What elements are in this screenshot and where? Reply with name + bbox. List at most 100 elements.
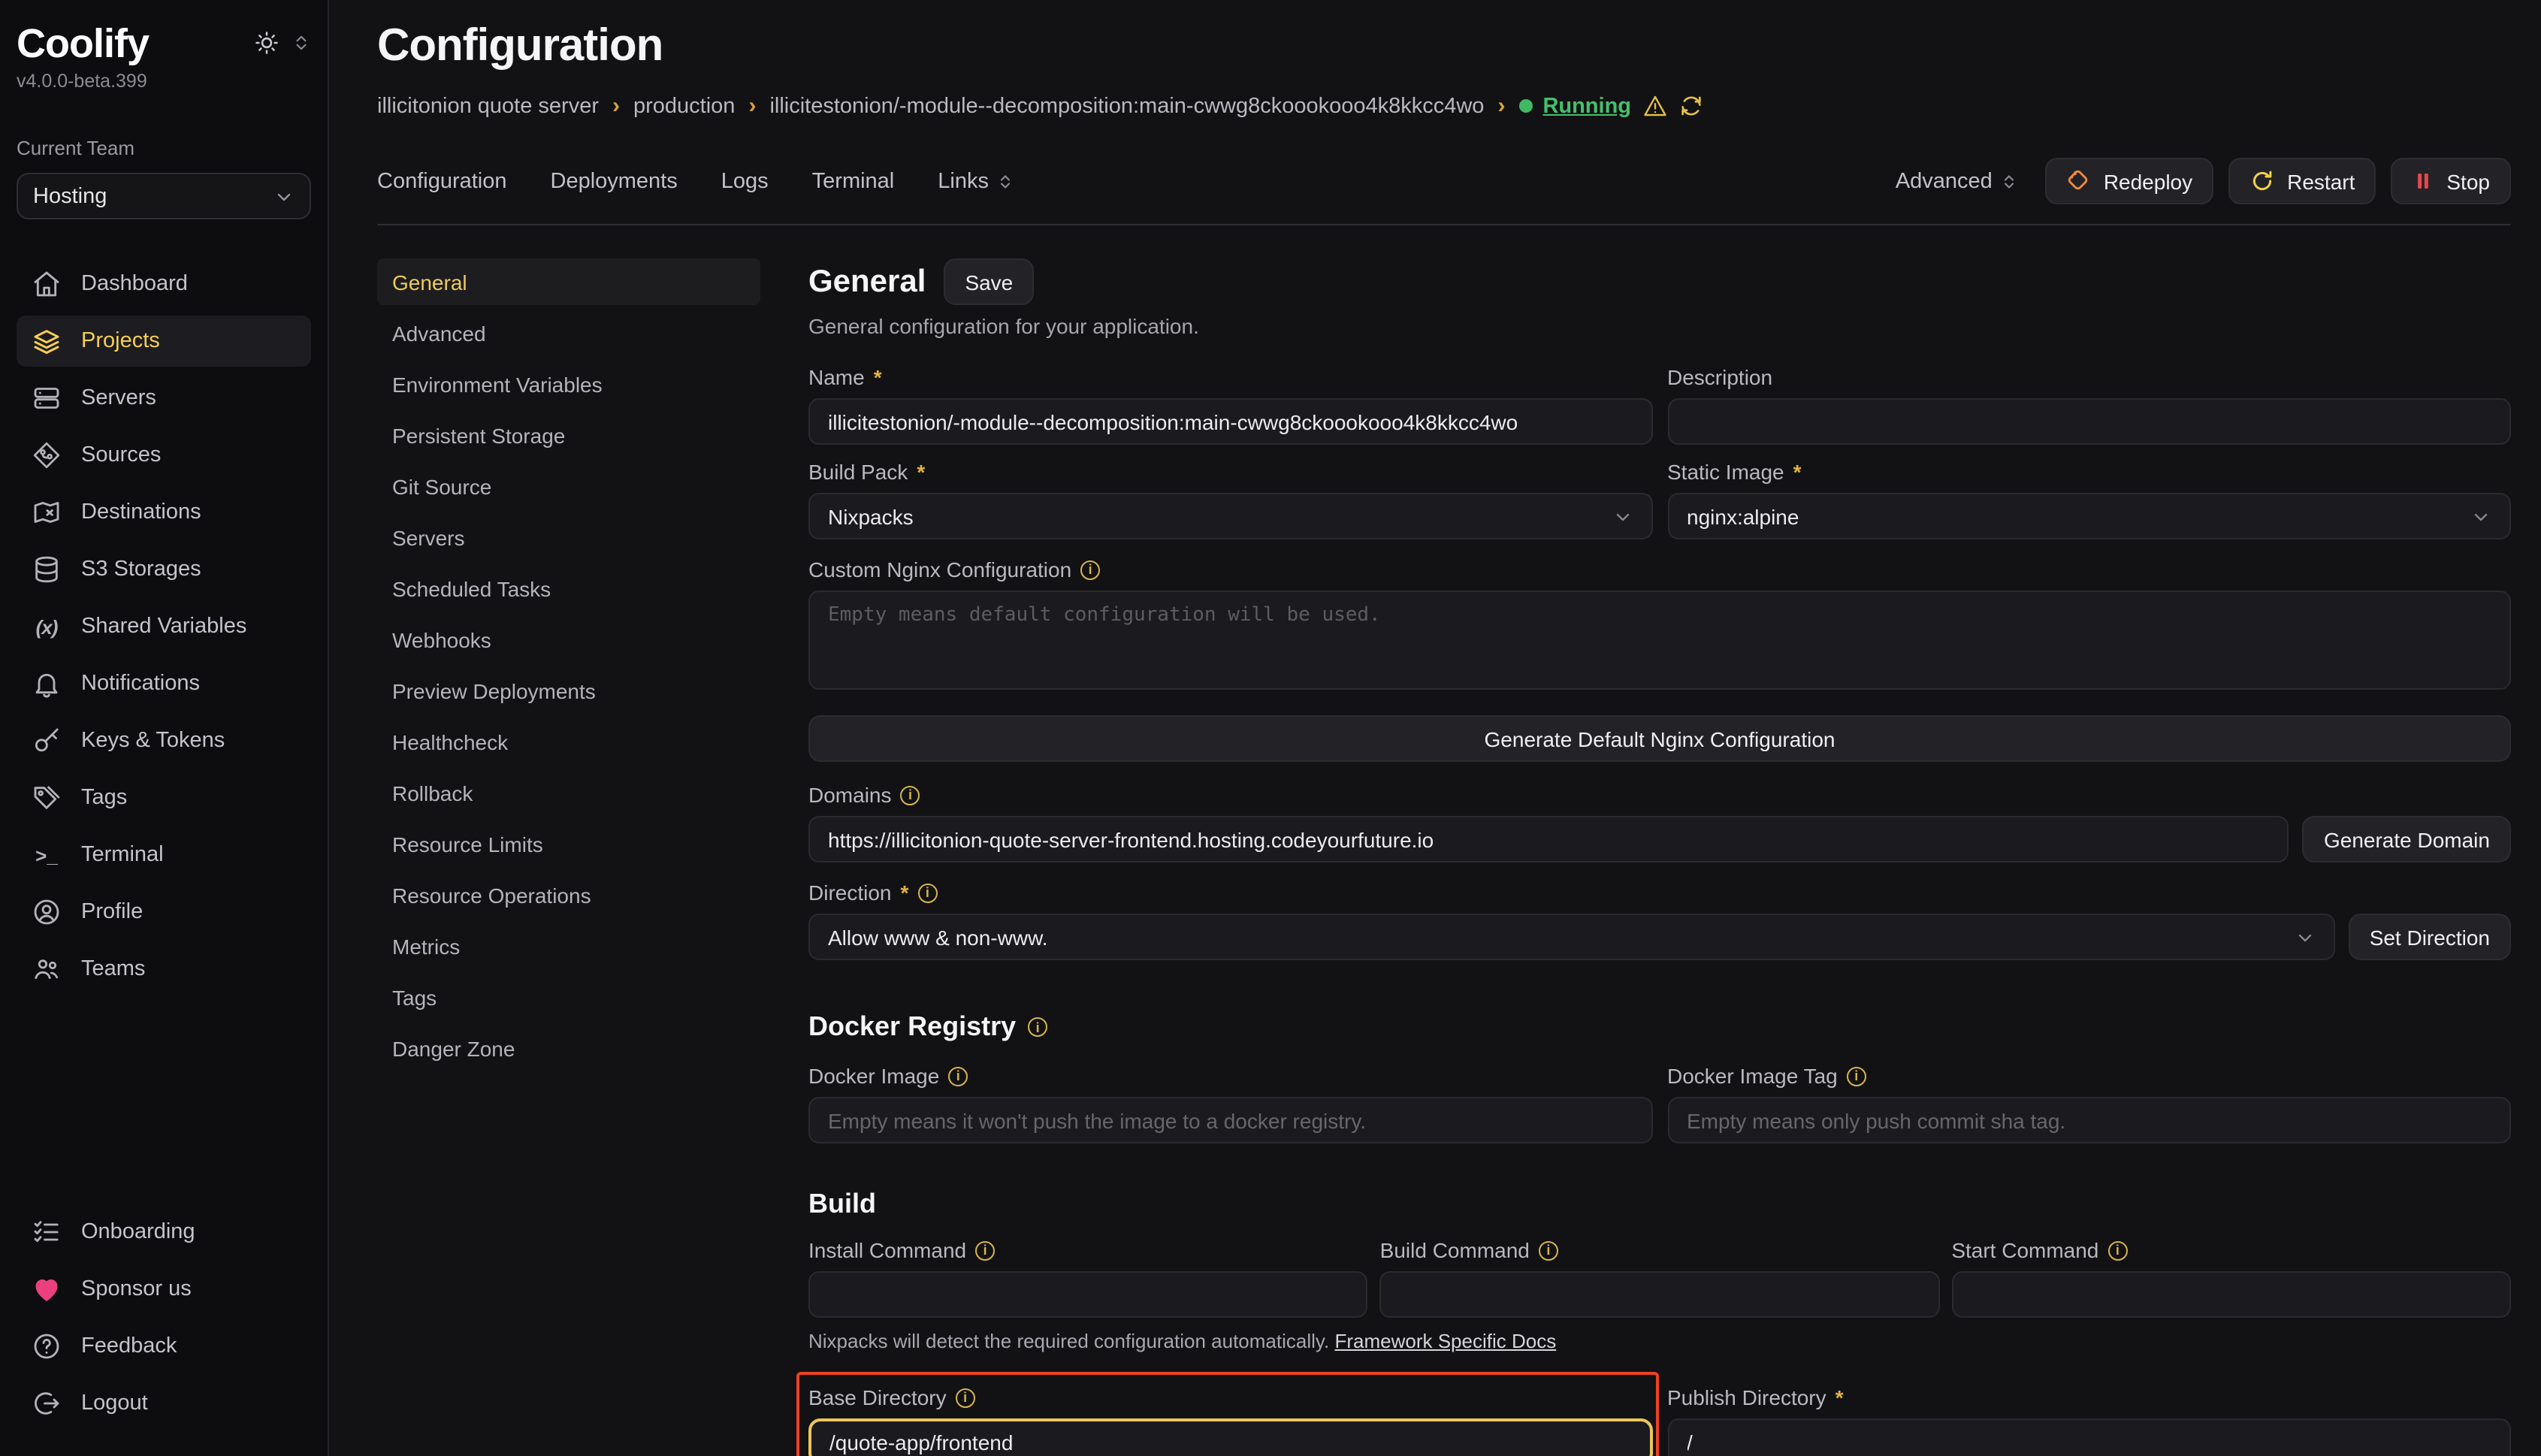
subnav-item-servers[interactable]: Servers	[377, 514, 760, 560]
tab-deployments[interactable]: Deployments	[551, 169, 678, 193]
sidebar-item-terminal[interactable]: >_ Terminal	[17, 829, 311, 881]
build-pack-label: Build Pack	[808, 460, 908, 484]
layers-icon	[32, 326, 62, 356]
build-command-label: Build Command	[1380, 1238, 1530, 1262]
redeploy-button[interactable]: Redeploy	[2045, 158, 2213, 204]
theme-selector-icon[interactable]	[292, 33, 311, 53]
breadcrumb-project[interactable]: illicitonion quote server	[377, 94, 599, 118]
heart-icon	[32, 1274, 62, 1304]
advanced-dropdown[interactable]: Advanced	[1896, 169, 2018, 193]
restart-icon	[2249, 168, 2275, 194]
sidebar-item-onboarding[interactable]: Onboarding	[17, 1207, 311, 1258]
sidebar-item-dashboard[interactable]: Dashboard	[17, 258, 311, 310]
tab-logs[interactable]: Logs	[721, 169, 769, 193]
updown-icon	[996, 172, 1014, 190]
map-icon	[32, 497, 62, 527]
chevron-separator-icon: ›	[748, 93, 756, 119]
subnav-item-rollback[interactable]: Rollback	[377, 769, 760, 816]
chevron-down-icon	[1612, 506, 1633, 527]
subnav-item-danger-zone[interactable]: Danger Zone	[377, 1025, 760, 1071]
start-command-input[interactable]	[1951, 1271, 2511, 1318]
coolify-app: Coolify v4.0.0-beta.399 Current Team Hos…	[0, 0, 2541, 1456]
direction-select[interactable]: Allow www & non-www.	[808, 914, 2335, 960]
subnav-item-advanced[interactable]: Advanced	[377, 310, 760, 356]
subnav-item-scheduled-tasks[interactable]: Scheduled Tasks	[377, 565, 760, 612]
description-input[interactable]	[1667, 398, 2511, 445]
stop-label: Stop	[2446, 169, 2490, 193]
sidebar-item-servers[interactable]: Servers	[17, 373, 311, 424]
subnav-item-resource-operations[interactable]: Resource Operations	[377, 871, 760, 918]
docker-image-input[interactable]	[808, 1097, 1652, 1143]
sidebar-item-label: Logout	[81, 1391, 148, 1415]
static-image-label: Static Image	[1667, 460, 1784, 484]
generate-domain-button[interactable]: Generate Domain	[2303, 816, 2511, 862]
general-form: General Save General configuration for y…	[808, 258, 2511, 1456]
sidebar-item-projects[interactable]: Projects	[17, 316, 311, 367]
custom-nginx-label: Custom Nginx Configuration	[808, 557, 1071, 581]
build-command-input[interactable]	[1380, 1271, 1940, 1318]
base-directory-field: Base Directory	[808, 1385, 1652, 1456]
teams-icon	[32, 954, 62, 984]
tab-terminal[interactable]: Terminal	[812, 169, 895, 193]
sidebar-item-label: Teams	[81, 957, 145, 981]
build-pack-select[interactable]: Nixpacks	[808, 493, 1652, 539]
static-image-value: nginx:alpine	[1687, 504, 1799, 528]
sidebar-item-keys-tokens[interactable]: Keys & Tokens	[17, 715, 311, 766]
name-input[interactable]	[808, 398, 1652, 445]
sidebar-item-label: Keys & Tokens	[81, 729, 225, 753]
docker-image-tag-label: Docker Image Tag	[1667, 1064, 1838, 1088]
theme-sun-icon[interactable]	[254, 30, 279, 56]
custom-nginx-textarea[interactable]	[808, 591, 2511, 690]
subnav-item-tags[interactable]: Tags	[377, 974, 760, 1020]
updown-icon	[2000, 172, 2018, 190]
tab-configuration[interactable]: Configuration	[377, 169, 507, 193]
info-icon	[1539, 1240, 1558, 1260]
warning-icon[interactable]	[1642, 93, 1667, 119]
sidebar-item-notifications[interactable]: Notifications	[17, 658, 311, 709]
sidebar-item-teams[interactable]: Teams	[17, 944, 311, 995]
sidebar-item-feedback[interactable]: Feedback	[17, 1321, 311, 1372]
sidebar-item-sources[interactable]: Sources	[17, 430, 311, 481]
breadcrumb-application[interactable]: illicitestonion/-module--decomposition:m…	[769, 94, 1484, 118]
install-command-input[interactable]	[808, 1271, 1368, 1318]
sidebar-item-label: Tags	[81, 786, 127, 810]
publish-directory-input[interactable]	[1667, 1418, 2511, 1456]
domains-input[interactable]	[808, 816, 2289, 862]
subnav-item-environment-variables[interactable]: Environment Variables	[377, 361, 760, 407]
tab-links[interactable]: Links	[938, 169, 1014, 193]
stop-button[interactable]: Stop	[2391, 158, 2511, 204]
sidebar-item-tags[interactable]: Tags	[17, 772, 311, 823]
sidebar-item-s3-storages[interactable]: S3 Storages	[17, 544, 311, 595]
tag-icon	[32, 783, 62, 813]
restart-button[interactable]: Restart	[2228, 158, 2376, 204]
sidebar-item-profile[interactable]: Profile	[17, 887, 311, 938]
info-icon	[1028, 1017, 1047, 1037]
breadcrumb-environment[interactable]: production	[633, 94, 735, 118]
framework-docs-link[interactable]: Framework Specific Docs	[1334, 1330, 1556, 1352]
docker-image-tag-input[interactable]	[1667, 1097, 2511, 1143]
chevron-down-icon	[2470, 506, 2491, 527]
sidebar-item-logout[interactable]: Logout	[17, 1378, 311, 1429]
sidebar-item-destinations[interactable]: Destinations	[17, 487, 311, 538]
base-directory-input[interactable]	[808, 1418, 1652, 1456]
set-direction-button[interactable]: Set Direction	[2349, 914, 2511, 960]
sidebar-item-label: Shared Variables	[81, 615, 246, 639]
subnav-item-metrics[interactable]: Metrics	[377, 923, 760, 969]
info-icon	[917, 883, 937, 902]
restart-label: Restart	[2287, 169, 2355, 193]
subnav-item-resource-limits[interactable]: Resource Limits	[377, 820, 760, 867]
subnav-item-healthcheck[interactable]: Healthcheck	[377, 718, 760, 765]
subnav-item-general[interactable]: General	[377, 258, 760, 305]
sidebar-item-sponsor-us[interactable]: Sponsor us	[17, 1264, 311, 1315]
subnav-item-git-source[interactable]: Git Source	[377, 463, 760, 509]
subnav-item-preview-deployments[interactable]: Preview Deployments	[377, 667, 760, 714]
status-label[interactable]: Running	[1542, 94, 1631, 118]
team-select[interactable]: Hosting	[17, 173, 311, 219]
static-image-select[interactable]: nginx:alpine	[1667, 493, 2511, 539]
subnav-item-webhooks[interactable]: Webhooks	[377, 616, 760, 663]
subnav-item-persistent-storage[interactable]: Persistent Storage	[377, 412, 760, 458]
save-button[interactable]: Save	[944, 258, 1034, 305]
generate-nginx-button[interactable]: Generate Default Nginx Configuration	[808, 715, 2511, 762]
sidebar-item-shared-variables[interactable]: (x) Shared Variables	[17, 601, 311, 652]
refresh-icon[interactable]	[1678, 93, 1703, 119]
